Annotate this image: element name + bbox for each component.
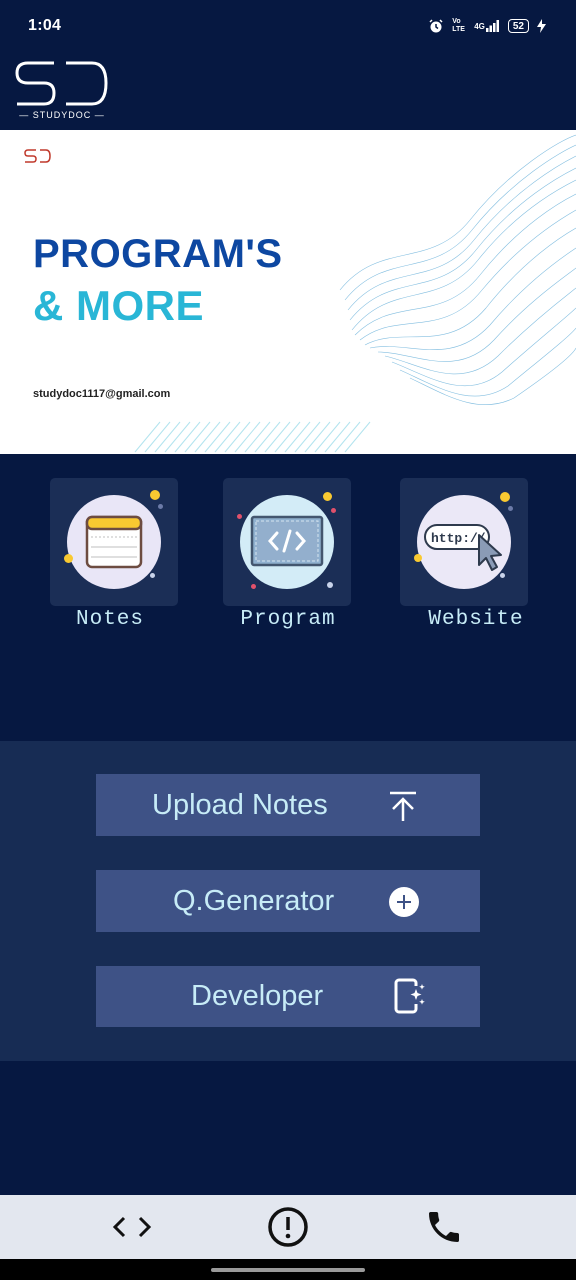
status-bar: 1:04 Vo LTE 4G 52 <box>0 0 576 52</box>
developer-label: Developer <box>191 980 324 1012</box>
home-gesture-bar[interactable] <box>211 1268 365 1272</box>
logo-mark <box>15 61 108 106</box>
banner-subheadline: & MORE <box>33 282 204 329</box>
http-text: http:// <box>431 531 486 546</box>
decor-dot <box>500 573 505 578</box>
banner-headline: PROGRAM'S <box>33 232 283 276</box>
decor-dot <box>150 490 160 500</box>
battery-indicator: 52 <box>507 19 529 33</box>
promo-banner: PROGRAM'S & MORE studydoc1117@gmail.com <box>0 130 576 454</box>
nav-info-icon[interactable] <box>266 1205 310 1249</box>
app-logo: — STUDYDOC — <box>14 60 110 126</box>
upload-notes-button[interactable]: Upload Notes <box>96 774 480 836</box>
signal-icon: 4G <box>474 20 500 32</box>
decor-dot <box>251 584 256 589</box>
nav-phone-icon[interactable] <box>422 1205 466 1249</box>
decor-dot <box>323 492 332 501</box>
decor-dot <box>500 492 510 502</box>
decor-dot <box>150 573 155 578</box>
upload-notes-label: Upload Notes <box>152 789 328 821</box>
actions-panel: Upload Notes Q.Generator Developer <box>0 741 576 1061</box>
developer-button[interactable]: Developer <box>96 966 480 1027</box>
notes-icon <box>67 495 161 589</box>
http-icon: http:// <box>417 495 511 589</box>
category-label-notes[interactable]: Notes <box>50 608 170 631</box>
volte-icon: Vo LTE <box>452 18 465 33</box>
decor-dot <box>64 554 73 563</box>
category-website[interactable]: http:// <box>400 478 528 606</box>
nav-code-icon[interactable] <box>110 1205 154 1249</box>
developer-icon <box>392 977 428 1020</box>
status-icons: Vo LTE 4G 52 <box>428 18 546 34</box>
charging-icon <box>537 19 546 33</box>
q-generator-label: Q.Generator <box>173 885 335 917</box>
decor-dot <box>327 582 333 588</box>
category-program[interactable] <box>223 478 351 606</box>
status-time: 1:04 <box>28 17 62 34</box>
q-generator-button[interactable]: Q.Generator <box>96 870 480 932</box>
code-icon <box>240 495 334 589</box>
network-type: 4G <box>474 21 485 31</box>
gesture-area <box>0 1259 576 1280</box>
logo-caption-text: STUDYDOC <box>32 110 92 120</box>
category-label-website[interactable]: Website <box>416 608 536 631</box>
logo-caption: — STUDYDOC — <box>19 110 105 120</box>
bottom-nav <box>0 1195 576 1259</box>
decor-dot <box>331 508 336 513</box>
banner-email: studydoc1117@gmail.com <box>33 388 171 400</box>
decor-dot <box>237 514 242 519</box>
decor-dot <box>414 554 422 562</box>
upload-icon <box>386 789 420 828</box>
decor-dot <box>158 504 163 509</box>
decor-dot <box>508 506 513 511</box>
category-notes[interactable] <box>50 478 178 606</box>
add-circle-icon <box>388 886 420 923</box>
category-label-program[interactable]: Program <box>226 608 350 631</box>
alarm-icon <box>428 18 444 34</box>
